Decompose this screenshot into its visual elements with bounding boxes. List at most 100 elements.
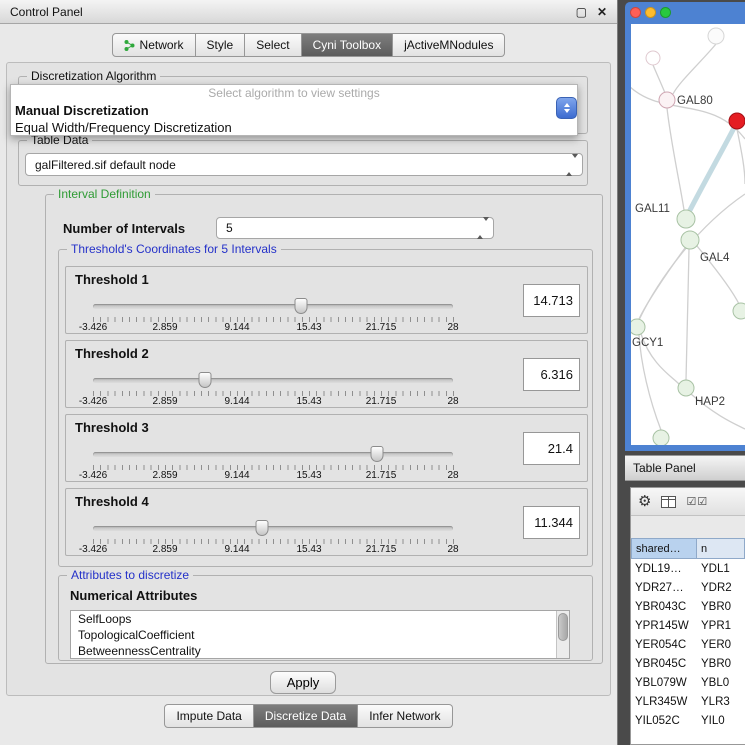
cell-shared-name: YDL19…: [631, 563, 697, 575]
scale-label: 28: [447, 396, 458, 407]
table-row[interactable]: YBR045C YBR0: [631, 654, 745, 673]
zoom-traffic-light[interactable]: [660, 7, 671, 18]
network-node-gal11[interactable]: [677, 210, 695, 228]
cyni-toolbox-panel: Discretization Algorithm Table Data galF…: [6, 62, 611, 696]
table-row[interactable]: YDR27… YDR2: [631, 578, 745, 597]
threshold-3-value-field[interactable]: 21.4: [523, 432, 580, 465]
number-of-intervals-combobox[interactable]: 5: [216, 217, 494, 239]
table-row[interactable]: YDL19… YDL1: [631, 559, 745, 578]
table-data-combobox[interactable]: galFiltered.sif default node: [25, 153, 583, 176]
cell-name: YBR0: [697, 658, 745, 670]
table-row[interactable]: YBR043C YBR0: [631, 597, 745, 616]
network-node-labels: GAL80 GAL11 GAL4 GCY1 HAP2: [632, 95, 730, 408]
tab-impute-data[interactable]: Impute Data: [164, 704, 253, 728]
network-canvas[interactable]: GAL80 GAL11 GAL4 GCY1 HAP2: [631, 24, 745, 445]
tab-jactivemnodules[interactable]: jActiveMNodules: [393, 33, 505, 57]
threshold-2-slider-track[interactable]: [93, 378, 453, 383]
tab-cyni-toolbox-label: Cyni Toolbox: [313, 38, 381, 52]
network-node-gcy1[interactable]: [631, 319, 645, 335]
highlighted-edge: [689, 124, 736, 212]
threshold-2-box: Threshold 2 -3.426 2.859 9.144 15.43 21.…: [65, 340, 588, 408]
scale-label: 2.859: [152, 322, 177, 333]
threshold-2-slider[interactable]: [93, 371, 453, 389]
threshold-4-slider-thumb[interactable]: [256, 520, 269, 536]
list-item[interactable]: SelfLoops: [71, 611, 569, 627]
threshold-2-scale: -3.426 2.859 9.144 15.43 21.715 28: [93, 396, 453, 408]
threshold-3-slider[interactable]: [93, 445, 453, 463]
table-data-combobox-value: galFiltered.sif default node: [35, 158, 566, 172]
network-node-gal4[interactable]: [681, 231, 699, 249]
column-header-name[interactable]: n: [697, 538, 745, 559]
tab-infer-network[interactable]: Infer Network: [358, 704, 452, 728]
table-data-group: Table Data galFiltered.sif default node: [18, 140, 588, 186]
threshold-4-value-field[interactable]: 11.344: [523, 506, 580, 539]
network-node-hap2[interactable]: [678, 380, 694, 396]
select-rows-icons[interactable]: ☑☑: [686, 495, 708, 508]
column-header-shared[interactable]: shared…: [631, 538, 697, 559]
tab-discretize-data[interactable]: Discretize Data: [254, 704, 358, 728]
scale-label: -3.426: [79, 544, 107, 555]
numerical-attributes-list[interactable]: SelfLoops TopologicalCoefficient Between…: [70, 610, 570, 659]
tab-discretize-data-label: Discretize Data: [265, 709, 346, 723]
list-item[interactable]: BetweennessCentrality: [71, 643, 569, 659]
list-scrollbar[interactable]: [556, 611, 569, 658]
cell-shared-name: YBR043C: [631, 601, 697, 613]
table-row[interactable]: YLR345W YLR3: [631, 692, 745, 711]
tab-style-label: Style: [207, 38, 234, 52]
network-node[interactable]: [653, 430, 669, 445]
threshold-4-slider[interactable]: [93, 519, 453, 537]
threshold-2-value-field[interactable]: 6.316: [523, 358, 580, 391]
number-of-intervals-value: 5: [226, 221, 477, 235]
tab-style[interactable]: Style: [196, 33, 246, 57]
table-row[interactable]: YIL052C YIL0: [631, 711, 745, 730]
table-row[interactable]: YPR145W YPR1: [631, 616, 745, 635]
network-node-gal80[interactable]: [659, 92, 675, 108]
thresholds-group: Threshold's Coordinates for 5 Intervals …: [58, 249, 593, 567]
network-node[interactable]: [733, 303, 745, 319]
scale-label: 2.859: [152, 396, 177, 407]
threshold-3-box: Threshold 3 -3.426 2.859 9.144 15.43 21.…: [65, 414, 588, 482]
scale-label: 21.715: [366, 470, 397, 481]
cell-name: YDL1: [697, 563, 745, 575]
gear-icon[interactable]: ⚙: [638, 494, 651, 509]
list-scrollbar-thumb[interactable]: [558, 613, 568, 641]
threshold-2-slider-thumb[interactable]: [198, 372, 211, 388]
apply-button[interactable]: Apply: [270, 671, 336, 694]
tab-select[interactable]: Select: [245, 33, 301, 57]
algorithm-combo-button[interactable]: [556, 97, 577, 119]
table-rows: YDL19… YDL1 YDR27… YDR2 YBR043C YBR0 YPR…: [631, 559, 745, 744]
threshold-1-slider-track[interactable]: [93, 304, 453, 309]
interval-definition-group: Interval Definition Number of Intervals …: [45, 194, 603, 664]
threshold-1-value-field[interactable]: 14.713: [523, 284, 580, 317]
scale-label: 2.859: [152, 544, 177, 555]
cell-shared-name: YBL079W: [631, 677, 697, 689]
table-row[interactable]: YBL079W YBL0: [631, 673, 745, 692]
threshold-1-slider[interactable]: [93, 297, 453, 315]
columns-icon[interactable]: [661, 496, 676, 508]
threshold-3-slider-track[interactable]: [93, 452, 453, 457]
network-node-selected-red[interactable]: [729, 113, 745, 129]
discretization-algorithm-group-title: Discretization Algorithm: [27, 69, 160, 83]
popup-item-manual-discretization[interactable]: Manual Discretization: [11, 102, 577, 119]
close-icon[interactable]: ✕: [597, 5, 607, 19]
threshold-1-slider-thumb[interactable]: [294, 298, 307, 314]
threshold-3-slider-thumb[interactable]: [371, 446, 384, 462]
window-title: Control Panel: [10, 5, 83, 19]
threshold-2-label: Threshold 2: [75, 346, 149, 361]
bottom-tabbar: Impute Data Discretize Data Infer Networ…: [0, 704, 617, 728]
scale-label: 28: [447, 322, 458, 333]
network-node[interactable]: [708, 28, 724, 44]
float-window-icon[interactable]: ▢: [576, 5, 587, 19]
network-node[interactable]: [646, 51, 660, 65]
popup-item-equal-width-frequency[interactable]: Equal Width/Frequency Discretization: [11, 119, 577, 136]
list-item[interactable]: TopologicalCoefficient: [71, 627, 569, 643]
table-row[interactable]: YER054C YER0: [631, 635, 745, 654]
tab-cyni-toolbox[interactable]: Cyni Toolbox: [302, 33, 393, 57]
threshold-4-slider-track[interactable]: [93, 526, 453, 531]
scale-label: 15.43: [296, 544, 321, 555]
tab-network[interactable]: Network: [112, 33, 196, 57]
cell-shared-name: YDR27…: [631, 582, 697, 594]
node-label-gal4: GAL4: [700, 252, 730, 264]
close-traffic-light[interactable]: [630, 7, 641, 18]
minimize-traffic-light[interactable]: [645, 7, 656, 18]
